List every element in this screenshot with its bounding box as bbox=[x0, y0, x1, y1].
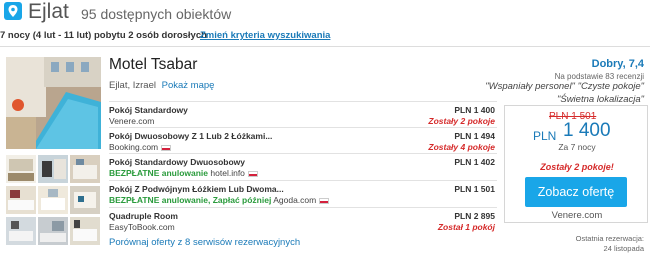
offer-title: Pokój Standardowy Dwuosobowy bbox=[109, 157, 246, 167]
location-text: Ejlat, Izrael bbox=[109, 80, 156, 91]
divider bbox=[0, 46, 650, 47]
hotel-thumbnail[interactable] bbox=[38, 186, 68, 214]
free-cancellation: BEZPŁATNE anulowanie, Zapłać później bbox=[109, 195, 272, 205]
offer-rooms-left: Zostały 4 pokoje bbox=[428, 142, 495, 152]
show-map-link[interactable]: Pokaż mapę bbox=[162, 80, 215, 91]
offer-row[interactable]: Pokój Dwuosobowy Z 1 Lub 2 Łóżkami... Bo… bbox=[109, 127, 497, 153]
offer-vendor: Venere.com bbox=[109, 116, 155, 126]
rating-score[interactable]: Dobry, 7,4 bbox=[555, 58, 644, 70]
offer-price: PLN 1 501 bbox=[454, 184, 495, 194]
best-deal-box: PLN 1 501 PLN 1 400 Za 7 nocy Zostały 2 … bbox=[504, 105, 648, 223]
offer-vendor-wrap: Booking.com bbox=[109, 142, 172, 152]
results-header: Ejlat 95 dostępnych obiektów bbox=[0, 0, 650, 24]
see-offer-button[interactable]: Zobacz ofertę bbox=[525, 177, 627, 207]
offer-title: Quadruple Room bbox=[109, 211, 178, 221]
hotel-location: Ejlat, Izrael Pokaż mapę bbox=[109, 80, 214, 91]
offer-vendor: hotel.info bbox=[210, 168, 245, 178]
offer-rooms-left: Został 1 pokój bbox=[437, 222, 495, 232]
deal-vendor: Venere.com bbox=[551, 210, 603, 221]
hotel-thumbnail[interactable] bbox=[70, 155, 100, 183]
offer-row[interactable]: Quadruple Room EasyToBook.com PLN 2 895 … bbox=[109, 207, 497, 233]
hotel-main-photo[interactable] bbox=[6, 57, 101, 149]
review-quote: "Świetna lokalizacja" bbox=[556, 94, 644, 105]
poland-flag-icon bbox=[319, 197, 330, 204]
deal-price: 1 400 bbox=[563, 120, 611, 141]
deal-currency: PLN bbox=[533, 129, 557, 143]
offer-price: PLN 1 494 bbox=[454, 131, 495, 141]
hotel-thumbnail[interactable] bbox=[38, 217, 68, 245]
offer-title: Pokój Dwuosobowy Z 1 Lub 2 Łóżkami... bbox=[109, 131, 273, 141]
offer-vendor: Booking.com bbox=[109, 142, 159, 152]
offer-row[interactable]: Pokój Z Podwójnym Łóżkiem Lub Dwoma... B… bbox=[109, 180, 497, 206]
compare-offers-link[interactable]: Porównaj oferty z 8 serwisów rezerwacyjn… bbox=[109, 237, 300, 248]
rating-block: Dobry, 7,4 Na podstawie 83 recenzji bbox=[555, 58, 644, 81]
change-criteria-link[interactable]: Zmień kryteria wyszukiwania bbox=[200, 30, 330, 41]
last-reservation: Ostatnia rezerwacja: 24 listopada bbox=[576, 234, 644, 254]
last-reservation-date: 24 listopada bbox=[603, 244, 644, 253]
search-criteria: 7 nocy (4 lut - 11 lut) pobytu 2 osób do… bbox=[0, 30, 330, 41]
poland-flag-icon bbox=[247, 170, 258, 177]
deal-rooms-left: Zostały 2 pokoje! bbox=[540, 162, 614, 172]
offer-row[interactable]: Pokój Standardowy Venere.com PLN 1 400 Z… bbox=[109, 101, 497, 127]
offer-vendor: Agoda.com bbox=[273, 195, 317, 205]
review-quote: "Wspaniały personel" bbox=[485, 81, 575, 92]
offer-vendor-wrap: BEZPŁATNE anulowanie, Zapłać później Ago… bbox=[109, 195, 330, 205]
offer-price: PLN 2 895 bbox=[454, 211, 495, 221]
hotel-thumbnail[interactable] bbox=[70, 217, 100, 245]
city-title: Ejlat bbox=[28, 0, 69, 23]
offer-vendor: EasyToBook.com bbox=[109, 222, 175, 232]
offer-title: Pokój Z Podwójnym Łóżkiem Lub Dwoma... bbox=[109, 184, 284, 194]
hotel-name[interactable]: Motel Tsabar bbox=[109, 56, 197, 74]
free-cancellation: BEZPŁATNE anulowanie bbox=[109, 168, 209, 178]
hotel-thumbnail[interactable] bbox=[6, 217, 36, 245]
last-reservation-label: Ostatnia rezerwacja: bbox=[575, 234, 644, 243]
offer-title: Pokój Standardowy bbox=[109, 105, 188, 115]
poland-flag-icon bbox=[161, 144, 172, 151]
deal-nights: Za 7 nocy bbox=[558, 142, 596, 152]
hotel-thumbnail[interactable] bbox=[70, 186, 100, 214]
results-count: 95 dostępnych obiektów bbox=[81, 6, 232, 22]
offer-vendor-wrap: BEZPŁATNE anulowanie hotel.info bbox=[109, 168, 258, 178]
stay-summary: 7 nocy (4 lut - 11 lut) pobytu 2 osób do… bbox=[0, 30, 207, 41]
review-highlights: "Wspaniały personel" "Czyste pokoje" "Św… bbox=[485, 80, 644, 106]
offer-rooms-left: Zostały 2 pokoje bbox=[428, 116, 495, 126]
offer-row[interactable]: Pokój Standardowy Dwuosobowy BEZPŁATNE a… bbox=[109, 153, 497, 179]
offer-price: PLN 1 400 bbox=[454, 105, 495, 115]
hotel-thumbnail[interactable] bbox=[6, 186, 36, 214]
hotel-thumbnail[interactable] bbox=[6, 155, 36, 183]
location-pin-icon bbox=[4, 2, 22, 20]
offer-price: PLN 1 402 bbox=[454, 157, 495, 167]
hotel-thumbnail[interactable] bbox=[38, 155, 68, 183]
review-quote: "Czyste pokoje" bbox=[577, 81, 644, 92]
